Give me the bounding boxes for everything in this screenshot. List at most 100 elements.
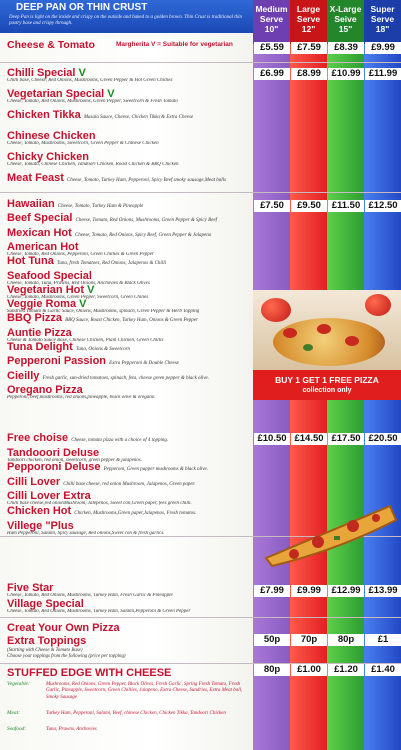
item-title: Hawaiian Cheese, Tomato, Turkey Ham & Pi… [7,198,143,210]
page-title: DEEP PAN OR THIN CRUST [16,2,148,13]
size-header-super: Super Serve 18" [364,0,401,44]
price-cell: 80p [328,634,364,646]
item-desc: Cheese, Tomato, Mushrooms, Sweetcorn, Gr… [7,141,159,146]
own-hint: Choose your toppings from the following … [7,654,126,659]
item-desc: Fresh garlic, sun-dried tomatoes, spinac… [42,375,210,381]
item-title: Tuna Delight Tuna, Onions & Sweetcorn [7,341,130,353]
price-cell: 50p [254,634,290,646]
price-cell: £7.59 [291,42,327,54]
item-title: Chicken Hot Chicken, Mushrooms,Green pap… [7,505,196,517]
item-desc: Pepperoni, beef,mushrooms, red onions,pi… [7,394,156,400]
item-desc: Chilli base cheese, red onion Mushroom, … [63,481,196,487]
price-cell: £9.50 [291,200,327,212]
price-cell: £10.99 [328,68,364,80]
price-cell: £1.20 [328,664,364,676]
item-desc: Cheese, Tomato, Red Onions, Mushrooms, G… [75,218,217,224]
item-desc: Cheese, tomato pizza with a choice of 4 … [71,438,169,443]
item-name: Hot Tuna [7,255,54,268]
item-desc: Cheese, Tomato, Red Onions, Mushrooms, G… [7,99,178,104]
item-name: Mexican Hot [7,226,72,239]
own-hint: (Starting with Cheese & Tomato Base) [7,648,83,653]
size-header-large: Large Serve 12" [290,0,327,44]
pizza-slice-image [258,498,398,568]
divider [0,192,401,193]
price-cell: £1 [365,634,401,646]
pizza-photo [253,290,401,370]
extra-title: Extra Toppings [7,635,87,647]
price-cell: £5.59 [254,42,290,54]
price-cell: £9.99 [365,42,401,54]
price-cell: £11.50 [328,200,364,212]
price-cell: £9.99 [291,585,327,597]
item-desc: Chicken, Mushrooms,Green paper,Jalapenos… [74,511,197,516]
item-name: Pepporoni Deluse [7,461,101,474]
price-cell: £20.50 [365,433,401,445]
item-title: Pepperoni Passion Extra Pepperoni & Doub… [7,355,179,367]
topping-key: Vegetable: [7,681,30,687]
title-bar: DEEP PAN OR THIN CRUST Deep Pan is light… [0,0,253,33]
item-name: Free choise [7,432,69,444]
item-name: Hawaiian [7,198,55,210]
price-cell: £8.99 [291,68,327,80]
item-title: Free choise Cheese, tomato pizza with a … [7,432,168,444]
cheese-note: Margherita V = Suitable for vegetarian [116,41,233,48]
item-desc: BBQ Sauce, Roast Chicken, Turkey Ham, On… [65,318,198,324]
item-title: Cieilly Fresh garlic, sun-dried tomatoes… [7,370,209,382]
item-desc: Cheese, Tomato, Red Onions, Mushrooms, T… [7,609,191,614]
item-title: Meat Feast Cheese, Tomato, Turkey Ham, P… [7,172,226,184]
divider [0,617,401,618]
topping-key: Seafood: [7,726,27,732]
price-cell: £17.50 [328,433,364,445]
topping-key: Meat: [7,710,20,716]
intro-text: Deep Pan is light on the inside and cris… [9,15,243,27]
promo-title: BUY 1 GET 1 FREE PIZZA [275,375,379,385]
cheese-title: Cheese & Tomato [7,39,95,51]
price-cell: £8.39 [328,42,364,54]
price-cell: £12.50 [365,200,401,212]
price-cell: £6.99 [254,68,290,80]
item-title: Beef Special Cheese, Tomato, Red Onions,… [7,212,217,224]
item-desc: Cheese, Tomato, Chinese Chicken, Tandoor… [7,162,179,167]
divider [0,62,401,63]
price-cell: £11.99 [365,68,401,80]
topping-list: Mushrooms, Red Onions, Green Pepper, Bla… [46,682,243,700]
item-name: BBQ Pizza [7,312,63,325]
item-name: Cilli Lover [7,475,61,488]
size-header-medium: Medium Serve 10" [253,0,290,44]
item-desc: Chilli base, Cheese, Red Onions, Mushroo… [7,78,173,83]
item-title: BBQ Pizza BBQ Sauce, Roast Chicken, Turk… [7,312,198,324]
item-title: Pepporoni Deluse Pepperoni, Green papper… [7,461,208,473]
price-cell: £1.00 [291,664,327,676]
item-name: Chicken Tikka [7,109,81,121]
item-name: Tuna Delight [7,341,73,353]
price-cell: £7.50 [254,200,290,212]
topping-list: Turkey Ham, Pepperoni, Salami, Beef, chi… [46,711,226,716]
item-desc: Cheese, Tomato, Red Onions, Spicy Beef, … [74,232,212,238]
price-cell: 70p [291,634,327,646]
stuffed-title: STUFFED EDGE WITH CHEESE [7,667,172,679]
item-desc: Cheese, Tomato, Turkey Ham & Pineapple [57,204,144,209]
item-name: Meat Feast [7,172,64,184]
price-cell: 80p [254,664,290,676]
item-desc: Pepperoni, Green papper mushrooms & blac… [103,467,209,473]
promo-banner: BUY 1 GET 1 FREE PIZZA collection only [253,370,401,400]
price-cell: £7.99 [254,585,290,597]
item-name: Pepperoni Passion [7,355,107,368]
item-title: Cilli Lover Chilli base cheese, red onio… [7,476,195,488]
size-header-xlarge: X-Large Seive 15" [327,0,364,44]
item-name: Chicken Hot [7,505,72,517]
item-desc: Extra Pepperoni & Double Cheese [109,361,179,367]
price-cell: £12.99 [328,585,364,597]
item-title: Chicken Tikka Masala Sauce, Cheese, Chic… [7,109,193,121]
price-cell: £14.50 [291,433,327,445]
item-desc: Tuna, Onions & Sweetcorn [75,347,131,352]
item-title: Mexican Hot Cheese, Tomato, Red Onions, … [7,227,211,239]
item-name: Cieilly [7,369,40,382]
item-desc: Tuna, fresh Tomatoes, Red Onions, Jalape… [56,261,166,267]
item-title: Hot Tuna Tuna, fresh Tomatoes, Red Onion… [7,255,166,267]
item-name: Beef Special [7,212,73,225]
price-cell: £1.40 [365,664,401,676]
promo-sub: collection only [302,386,352,394]
topping-list: Tuna, Prawns, Anchovies [46,727,97,732]
item-desc: Masala Sauce, Cheese, Chicken Tikka & Ex… [83,115,194,120]
